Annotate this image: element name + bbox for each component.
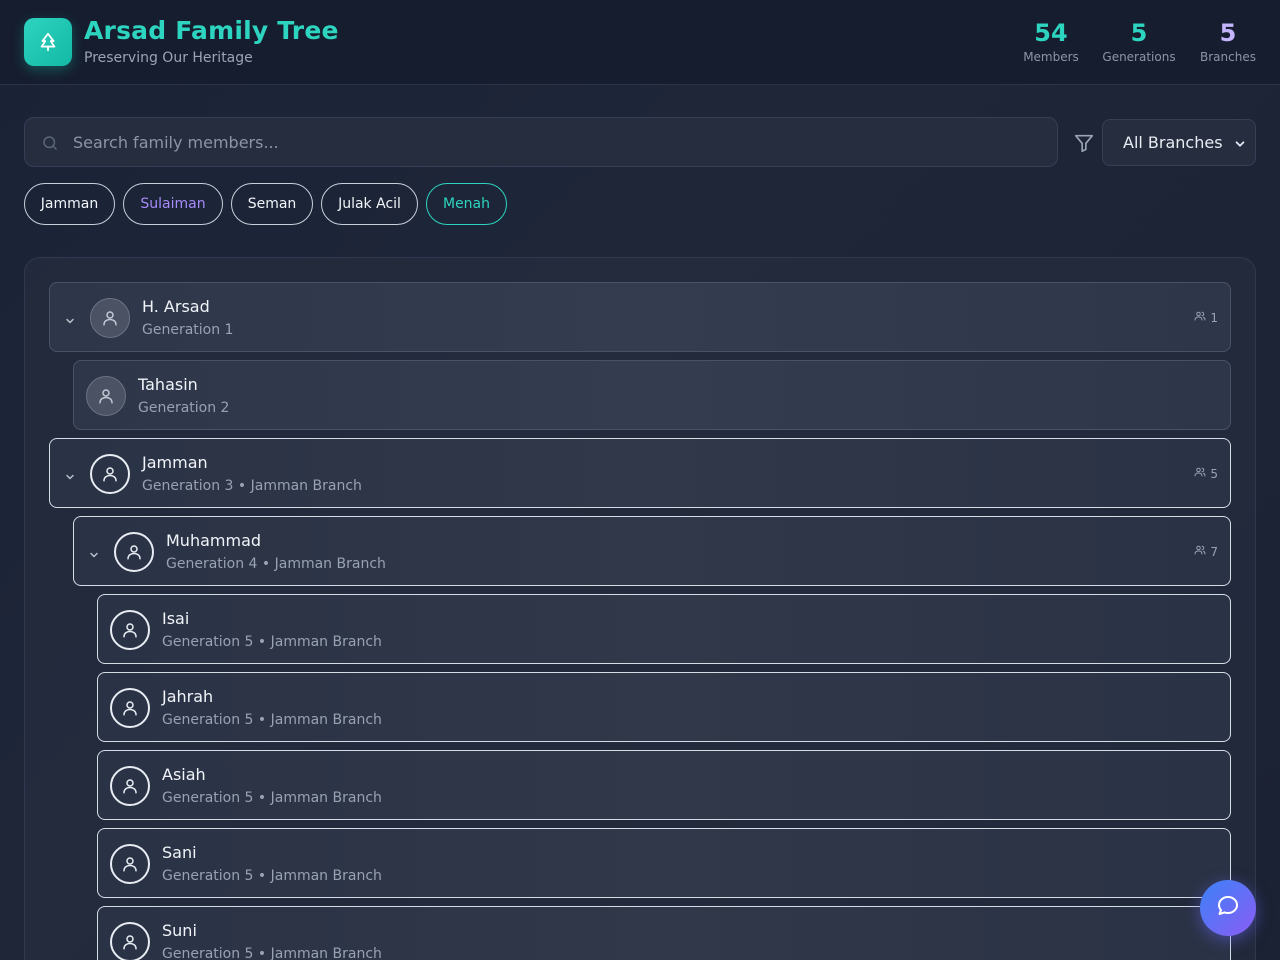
member-card[interactable]: Tahasin Generation 2 [73, 360, 1231, 430]
branch-filter-select[interactable]: All Branches [1102, 119, 1256, 166]
user-icon [90, 298, 130, 338]
member-name: Tahasin [138, 375, 198, 394]
member-meta: Generation 5 • Jamman Branch [162, 790, 382, 806]
stat-branches: 5 Branches [1198, 18, 1258, 64]
search-input[interactable] [73, 118, 1043, 166]
stat-members-value: 54 [1034, 19, 1068, 47]
stat-generations: 5 Generations [1100, 18, 1178, 64]
children-count: 5 [1194, 466, 1218, 481]
member-meta: Generation 1 [142, 322, 234, 338]
children-count: 7 [1194, 544, 1218, 559]
stat-branches-value: 5 [1219, 19, 1237, 47]
user-icon [110, 766, 150, 806]
member-name: H. Arsad [142, 297, 210, 316]
search-icon [41, 134, 59, 156]
stat-members-label: Members [1023, 50, 1079, 64]
member-name: Muhammad [166, 531, 262, 550]
member-card[interactable]: Sani Generation 5 • Jamman Branch [97, 828, 1231, 898]
user-icon [110, 688, 150, 728]
member-card[interactable]: Isai Generation 5 • Jamman Branch [97, 594, 1231, 664]
member-card[interactable]: Jahrah Generation 5 • Jamman Branch [97, 672, 1231, 742]
children-count-value: 5 [1210, 466, 1218, 481]
users-icon [1194, 310, 1206, 325]
chevron-down-icon [1233, 136, 1247, 155]
stat-branches-label: Branches [1200, 50, 1256, 64]
member-meta: Generation 2 [138, 400, 230, 416]
member-meta: Generation 5 • Jamman Branch [162, 712, 382, 728]
app-header: Arsad Family Tree Preserving Our Heritag… [0, 0, 1280, 85]
member-name: Asiah [162, 765, 206, 784]
users-icon [1194, 466, 1206, 481]
children-count-value: 7 [1210, 544, 1218, 559]
member-name: Suni [162, 921, 197, 940]
member-meta: Generation 4 • Jamman Branch [166, 556, 386, 572]
chevron-down-icon[interactable] [64, 468, 76, 487]
users-icon [1194, 544, 1206, 559]
app-title: Arsad Family Tree [84, 16, 339, 45]
user-icon [90, 454, 130, 494]
member-name: Jahrah [162, 687, 214, 706]
member-meta: Generation 5 • Jamman Branch [162, 868, 382, 884]
chevron-down-icon[interactable] [88, 546, 100, 565]
member-name: Sani [162, 843, 197, 862]
member-card[interactable]: Muhammad Generation 4 • Jamman Branch 7 [73, 516, 1231, 586]
stat-generations-label: Generations [1102, 50, 1176, 64]
filter-icon[interactable] [1073, 132, 1095, 158]
member-meta: Generation 3 • Jamman Branch [142, 478, 362, 494]
children-count-value: 1 [1210, 310, 1218, 325]
user-icon [114, 532, 154, 572]
children-count: 1 [1194, 310, 1218, 325]
search-box[interactable] [24, 117, 1058, 167]
member-meta: Generation 5 • Jamman Branch [162, 946, 382, 960]
chevron-down-icon[interactable] [64, 312, 76, 331]
chip-julak-acil[interactable]: Julak Acil [321, 183, 418, 225]
branch-filter-value: All Branches [1123, 133, 1223, 152]
member-name: Isai [162, 609, 190, 628]
member-meta: Generation 5 • Jamman Branch [162, 634, 382, 650]
member-card[interactable]: Suni Generation 5 • Jamman Branch [97, 906, 1231, 960]
tree-icon [24, 18, 72, 66]
member-card[interactable]: Jamman Generation 3 • Jamman Branch 5 [49, 438, 1231, 508]
chip-seman[interactable]: Seman [231, 183, 313, 225]
chip-sulaiman[interactable]: Sulaiman [123, 183, 223, 225]
user-icon [86, 376, 126, 416]
chat-button[interactable] [1200, 880, 1256, 936]
chip-menah[interactable]: Menah [426, 183, 507, 225]
member-card[interactable]: H. Arsad Generation 1 1 [49, 282, 1231, 352]
stat-generations-value: 5 [1130, 19, 1148, 47]
user-icon [110, 610, 150, 650]
member-card[interactable]: Asiah Generation 5 • Jamman Branch [97, 750, 1231, 820]
user-icon [110, 844, 150, 884]
chip-jamman[interactable]: Jamman [24, 183, 115, 225]
member-name: Jamman [142, 453, 208, 472]
chat-icon [1216, 894, 1240, 922]
app-subtitle: Preserving Our Heritage [84, 50, 253, 66]
user-icon [110, 922, 150, 960]
stat-members: 54 Members [1020, 18, 1082, 64]
